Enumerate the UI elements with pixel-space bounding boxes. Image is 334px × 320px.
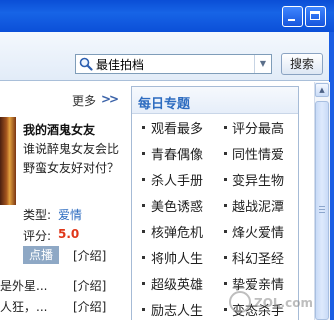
topic-link[interactable]: 美色诱惑 [151, 196, 203, 215]
search-box[interactable]: ▼ [75, 54, 272, 74]
grip-line [319, 212, 325, 213]
bullet-icon [224, 178, 227, 181]
bullet-icon [224, 308, 227, 311]
bullet-icon [142, 126, 145, 129]
topic-link[interactable]: 评分最高 [232, 118, 284, 137]
topic-link[interactable]: 核弹危机 [151, 222, 203, 241]
intro-link[interactable]: [介绍] [73, 298, 106, 315]
bullet-icon [224, 126, 227, 129]
search-input[interactable] [96, 56, 246, 72]
panel-title: 每日专题 [138, 97, 191, 112]
scrollbar-thumb[interactable] [315, 101, 329, 320]
bullet-icon [142, 282, 145, 285]
movie-poster[interactable] [0, 117, 16, 205]
bullet-icon [142, 308, 145, 311]
topic-link[interactable]: 观看最多 [151, 118, 203, 137]
movie-description: 谁说醉鬼女友会比野蛮女友好对付？ [23, 142, 120, 175]
topic-link[interactable]: 青春偶像 [151, 144, 203, 163]
movie-title[interactable]: 我的酒鬼女友 [23, 121, 95, 138]
bullet-icon [224, 282, 227, 285]
grip-line [319, 209, 325, 210]
type-label: 类型: [23, 208, 52, 222]
topic-link[interactable]: 将帅人生 [151, 248, 203, 267]
topic-link[interactable]: 科幻圣经 [232, 248, 284, 267]
list-item-text[interactable]: 人狂，... [0, 298, 47, 315]
play-button[interactable]: 点播 [23, 246, 59, 264]
svg-text:ZOL.com.cn: ZOL.com.cn [254, 296, 312, 310]
bullet-icon [142, 152, 145, 155]
bullet-icon [142, 204, 145, 207]
topic-link[interactable]: 烽火爱情 [232, 222, 284, 241]
bullet-icon [142, 178, 145, 181]
bullet-icon [224, 204, 227, 207]
topic-link[interactable]: 同性情爱 [232, 144, 284, 163]
topic-link[interactable]: 杀人手册 [151, 170, 203, 189]
topic-link[interactable]: 越战泥潭 [232, 196, 284, 215]
chevron-down-icon[interactable]: ▼ [254, 55, 271, 73]
score-label: 评分: [23, 229, 52, 243]
bullet-icon [224, 256, 227, 259]
bullet-icon [224, 230, 227, 233]
list-item-text[interactable]: 是外星... [0, 277, 47, 294]
grip-line [319, 206, 325, 207]
type-value[interactable]: 爱情 [58, 206, 82, 223]
zol-watermark-logo: ZOL.com.cn [229, 291, 312, 313]
topic-link[interactable]: 超级英雄 [151, 274, 203, 293]
intro-link[interactable]: [介绍] [73, 247, 106, 264]
bullet-icon [142, 230, 145, 233]
topic-link[interactable]: 励志人生 [151, 300, 203, 319]
scroll-up-arrow-icon[interactable]: ▲ [315, 83, 329, 97]
maximize-button[interactable] [305, 6, 326, 27]
score-value: 5.0 [58, 227, 80, 241]
search-icon [79, 57, 93, 71]
bullet-icon [142, 256, 145, 259]
minimize-button[interactable] [282, 6, 303, 27]
intro-link[interactable]: [介绍] [73, 277, 106, 294]
double-chevron-right-icon[interactable]: >> [101, 92, 119, 106]
bullet-icon [224, 152, 227, 155]
topic-link[interactable]: 变异生物 [232, 170, 284, 189]
search-button[interactable]: 搜索 [281, 53, 323, 75]
more-link[interactable]: 更多 [72, 92, 96, 109]
